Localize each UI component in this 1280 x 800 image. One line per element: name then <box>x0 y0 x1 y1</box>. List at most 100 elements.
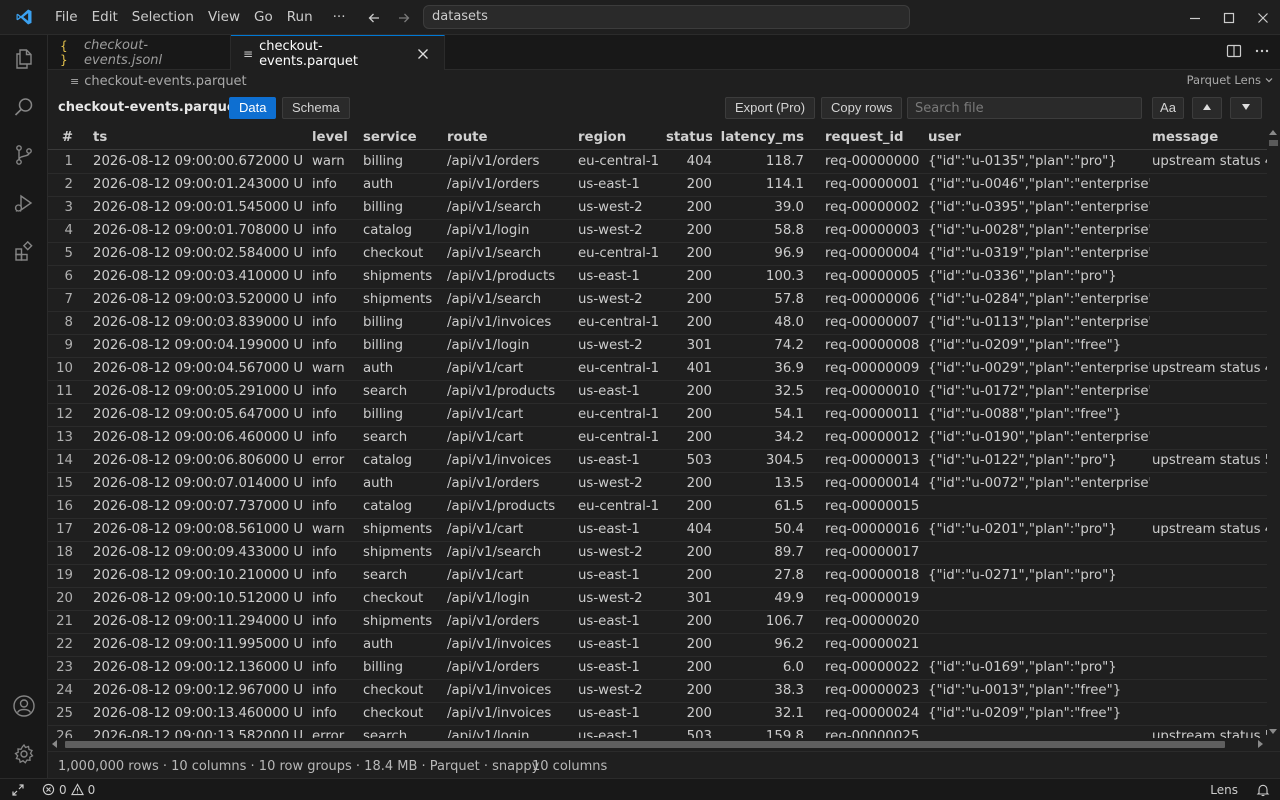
column-header-user[interactable]: user <box>928 126 1150 150</box>
table-row[interactable]: 13 2026-08-12 09:00:06.460000 UTC info sear… <box>48 427 1267 450</box>
column-header-latency-ms[interactable]: latency_ms <box>720 126 804 150</box>
table-row[interactable]: 19 2026-08-12 09:00:10.210000 UTC info sear… <box>48 565 1267 588</box>
table-row[interactable]: 7 2026-08-12 09:00:03.520000 UTC info shipm… <box>48 289 1267 312</box>
split-editor-icon[interactable] <box>1226 43 1242 63</box>
settings-gear-icon[interactable] <box>0 730 48 778</box>
table-row[interactable]: 17 2026-08-12 09:00:08.561000 UTC warn ship… <box>48 519 1267 542</box>
cell-row-index: 21 <box>56 614 73 629</box>
horizontal-scrollbar[interactable] <box>48 738 1267 751</box>
more-actions-icon[interactable] <box>1254 43 1270 63</box>
vertical-scroll-thumb[interactable] <box>1269 140 1278 146</box>
remote-indicator-icon[interactable] <box>0 779 36 800</box>
cell-request-id: req-00000024 <box>825 706 920 721</box>
table-row[interactable]: 22 2026-08-12 09:00:11.995000 UTC info auth… <box>48 634 1267 657</box>
column-header-ts[interactable]: ts <box>93 126 303 150</box>
menu-run[interactable]: Run <box>280 5 320 29</box>
maximize-icon[interactable] <box>1212 0 1246 35</box>
column-header-region[interactable]: region <box>578 126 666 150</box>
account-icon[interactable] <box>0 682 48 730</box>
menu-view[interactable]: View <box>201 5 247 29</box>
cell-latency-ms: 34.2 <box>774 430 804 445</box>
cell-message: upstream status 40 <box>1152 361 1267 376</box>
table-row[interactable]: 3 2026-08-12 09:00:01.545000 UTC info billi… <box>48 197 1267 220</box>
column-header-request-id[interactable]: request_id <box>825 126 925 150</box>
table-row[interactable]: 4 2026-08-12 09:00:01.708000 UTC info catal… <box>48 220 1267 243</box>
minimize-icon[interactable] <box>1178 0 1212 35</box>
cell-latency-ms: 106.7 <box>765 614 804 629</box>
data-tab-button[interactable]: Data <box>229 97 277 119</box>
previous-match-button[interactable] <box>1192 97 1222 119</box>
table-row[interactable]: 14 2026-08-12 09:00:06.806000 UTC error cat… <box>48 450 1267 473</box>
menu-edit[interactable]: Edit <box>85 5 125 29</box>
cell-ts: 2026-08-12 09:00:06.460000 UTC <box>93 430 303 445</box>
table-row[interactable]: 2 2026-08-12 09:00:01.243000 UTC info auth /… <box>48 174 1267 197</box>
table-row[interactable]: 23 2026-08-12 09:00:12.136000 UTC info bill… <box>48 657 1267 680</box>
close-tab-icon[interactable] <box>415 45 432 63</box>
table-row[interactable]: 9 2026-08-12 09:00:04.199000 UTC info billi… <box>48 335 1267 358</box>
table-row[interactable]: 6 2026-08-12 09:00:03.410000 UTC info shipm… <box>48 266 1267 289</box>
extensions-icon[interactable] <box>0 227 48 275</box>
search-file-input[interactable] <box>907 97 1142 119</box>
cell-request-id: req-00000014 <box>825 476 920 491</box>
source-control-icon[interactable] <box>0 131 48 179</box>
problems-indicator[interactable]: 0 0 <box>42 779 95 800</box>
table-row[interactable]: 25 2026-08-12 09:00:13.460000 UTC info chec… <box>48 703 1267 726</box>
scroll-right-arrow-icon[interactable] <box>1258 740 1263 748</box>
column-header-row-index[interactable]: # <box>48 126 73 150</box>
table-row[interactable]: 15 2026-08-12 09:00:07.014000 UTC info auth… <box>48 473 1267 496</box>
table-row[interactable]: 11 2026-08-12 09:00:05.291000 UTC info sear… <box>48 381 1267 404</box>
match-case-button[interactable]: Aa <box>1152 97 1184 119</box>
horizontal-scroll-thumb[interactable] <box>65 741 1225 748</box>
schema-tab-button[interactable]: Schema <box>282 97 350 119</box>
menu-more[interactable]: ··· <box>326 5 353 29</box>
column-header-route[interactable]: route <box>447 126 572 150</box>
breadcrumb-file[interactable]: checkout-events.parquet <box>84 74 246 89</box>
table-row[interactable]: 5 2026-08-12 09:00:02.584000 UTC info check… <box>48 243 1267 266</box>
table-row[interactable]: 1 2026-08-12 09:00:00.672000 UTC warn billi… <box>48 151 1267 174</box>
table-row[interactable]: 10 2026-08-12 09:00:04.567000 UTC warn auth… <box>48 358 1267 381</box>
explorer-icon[interactable] <box>0 35 48 83</box>
tab-checkout-events-jsonl[interactable]: { } checkout-events.jsonl <box>48 35 231 70</box>
forward-arrow-icon[interactable] <box>392 6 416 30</box>
close-window-icon[interactable] <box>1246 0 1280 35</box>
table-row[interactable]: 18 2026-08-12 09:00:09.433000 UTC info ship… <box>48 542 1267 565</box>
menu-go[interactable]: Go <box>247 5 280 29</box>
table-header-row: # ts level service route region status latency_… <box>48 126 1267 150</box>
table-row[interactable]: 24 2026-08-12 09:00:12.967000 UTC info chec… <box>48 680 1267 703</box>
table-row[interactable]: 16 2026-08-12 09:00:07.737000 UTC info cata… <box>48 496 1267 519</box>
table-row[interactable]: 8 2026-08-12 09:00:03.839000 UTC info billi… <box>48 312 1267 335</box>
cell-row-index: 25 <box>56 706 73 721</box>
column-header-service[interactable]: service <box>363 126 443 150</box>
menu-selection[interactable]: Selection <box>125 5 201 29</box>
column-header-message[interactable]: message <box>1152 126 1267 150</box>
table-row[interactable]: 20 2026-08-12 09:00:10.512000 UTC info chec… <box>48 588 1267 611</box>
run-debug-icon[interactable] <box>0 179 48 227</box>
command-center-search[interactable]: datasets <box>423 5 910 29</box>
table-row[interactable]: 21 2026-08-12 09:00:11.294000 UTC info ship… <box>48 611 1267 634</box>
scroll-up-arrow-icon[interactable] <box>1269 130 1277 135</box>
cell-latency-ms: 100.3 <box>765 269 804 284</box>
cell-message <box>1152 335 1267 357</box>
scroll-left-arrow-icon[interactable] <box>52 740 57 748</box>
search-icon[interactable] <box>0 83 48 131</box>
table-row[interactable]: 12 2026-08-12 09:00:05.647000 UTC info bill… <box>48 404 1267 427</box>
table-row[interactable]: 26 2026-08-12 09:00:13.582000 UTC error sea… <box>48 726 1267 738</box>
cell-message <box>1152 312 1267 334</box>
column-header-status[interactable]: status <box>666 126 712 150</box>
vertical-scrollbar[interactable] <box>1267 126 1280 738</box>
column-header-level[interactable]: level <box>312 126 362 150</box>
data-grid[interactable]: # ts level service route region status latency_… <box>48 126 1267 738</box>
cell-route: /api/v1/orders <box>447 476 540 491</box>
copy-rows-button[interactable]: Copy rows <box>821 97 903 119</box>
scroll-down-arrow-icon[interactable] <box>1269 729 1277 734</box>
next-match-button[interactable] <box>1230 97 1262 119</box>
cell-message <box>1152 266 1267 288</box>
cell-service: shipments <box>363 545 433 560</box>
tab-checkout-events-parquet[interactable]: ≡ checkout-events.parquet <box>231 35 445 71</box>
lens-status[interactable]: Lens <box>1210 783 1238 797</box>
export-button[interactable]: Export (Pro) <box>725 97 816 119</box>
back-arrow-icon[interactable] <box>362 6 386 30</box>
bell-icon[interactable] <box>1256 783 1270 797</box>
menu-file[interactable]: File <box>48 5 85 29</box>
parquet-lens-dropdown[interactable]: Parquet Lens <box>1187 73 1274 87</box>
